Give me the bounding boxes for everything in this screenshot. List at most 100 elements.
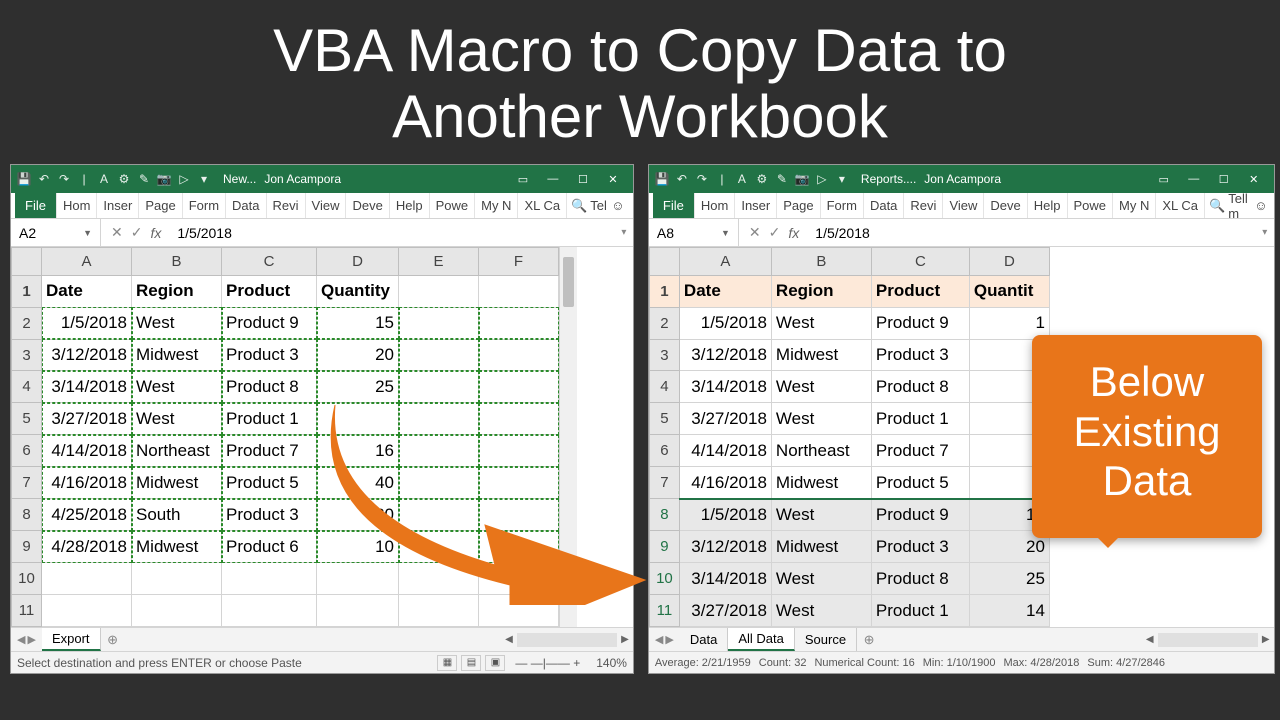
row-header[interactable]: 4	[12, 371, 42, 403]
cell[interactable]: West	[771, 307, 871, 339]
select-all-corner[interactable]	[12, 248, 42, 276]
redo-icon[interactable]: ↷	[695, 172, 709, 186]
cell[interactable]: Midwest	[771, 339, 871, 371]
vertical-scrollbar[interactable]	[559, 247, 577, 627]
select-icon[interactable]: A	[97, 172, 111, 186]
ribbon-tab-file[interactable]: File	[653, 193, 695, 218]
ribbon-tab[interactable]: Deve	[984, 193, 1027, 218]
row-header[interactable]: 2	[12, 307, 42, 339]
ribbon-tab[interactable]: Page	[139, 193, 182, 218]
row-header[interactable]: 1	[649, 275, 679, 307]
horizontal-scrollbar[interactable]	[517, 633, 617, 647]
sheet-tab[interactable]: All Data	[728, 628, 795, 651]
cell[interactable]: Product 3	[871, 531, 969, 563]
cell[interactable]: 25	[317, 371, 399, 403]
cell[interactable]: Product 1	[871, 403, 969, 435]
cell[interactable]: Midwest	[132, 467, 222, 499]
gear-icon[interactable]: ⚙	[755, 172, 769, 186]
row-header[interactable]: 8	[12, 499, 42, 531]
dropdown-icon[interactable]: ▾	[835, 172, 849, 186]
cell[interactable]	[42, 595, 132, 627]
cancel-icon[interactable]: ✕	[749, 224, 761, 241]
save-icon[interactable]: 💾	[17, 172, 31, 186]
zoom-slider[interactable]: — —|—— +	[515, 656, 580, 670]
ribbon-tab[interactable]: View	[306, 193, 347, 218]
row-header[interactable]: 9	[649, 531, 679, 563]
header-cell[interactable]: Quantity	[317, 275, 399, 307]
fx-icon[interactable]: fx	[788, 225, 799, 241]
pointer-icon[interactable]: ▷	[177, 172, 191, 186]
cell[interactable]: Product 3	[871, 339, 969, 371]
row-header[interactable]: 3	[12, 339, 42, 371]
cell[interactable]: 14	[969, 595, 1049, 627]
row-header[interactable]: 5	[12, 403, 42, 435]
column-header[interactable]: D	[969, 248, 1049, 276]
cell[interactable]: West	[771, 499, 871, 531]
row-header[interactable]: 4	[649, 371, 679, 403]
cell[interactable]	[479, 403, 559, 435]
cancel-icon[interactable]: ✕	[111, 224, 123, 241]
cell[interactable]	[479, 339, 559, 371]
cell[interactable]: Midwest	[771, 531, 871, 563]
gear-icon[interactable]: ⚙	[117, 172, 131, 186]
sheet-nav-next-icon[interactable]: ▶	[665, 633, 673, 646]
cell[interactable]: 3/12/2018	[679, 339, 771, 371]
cell[interactable]: Product 7	[871, 435, 969, 467]
feedback-icon[interactable]: ☺	[1252, 198, 1270, 213]
column-header[interactable]: F	[479, 248, 559, 276]
camera-icon[interactable]: 📷	[795, 172, 809, 186]
cell[interactable]: South	[132, 499, 222, 531]
row-header[interactable]: 3	[649, 339, 679, 371]
cell[interactable]	[399, 307, 479, 339]
column-header[interactable]: C	[222, 248, 317, 276]
header-cell[interactable]	[399, 275, 479, 307]
sheet-tab[interactable]: Data	[680, 628, 728, 651]
close-button[interactable]: ✕	[599, 168, 627, 190]
cell[interactable]	[479, 371, 559, 403]
cell[interactable]: 4/28/2018	[42, 531, 132, 563]
cell[interactable]: 3/12/2018	[679, 531, 771, 563]
cell[interactable]: 3/27/2018	[679, 403, 771, 435]
add-sheet-button[interactable]: ⊕	[101, 632, 125, 648]
ribbon-tab[interactable]: Form	[821, 193, 864, 218]
cell[interactable]: Product 1	[871, 595, 969, 627]
cell[interactable]	[399, 563, 479, 595]
column-header[interactable]: C	[871, 248, 969, 276]
column-header[interactable]: B	[132, 248, 222, 276]
cell[interactable]	[317, 403, 399, 435]
maximize-button[interactable]: ☐	[1210, 168, 1238, 190]
cell[interactable]: West	[771, 595, 871, 627]
close-button[interactable]: ✕	[1240, 168, 1268, 190]
fx-icon[interactable]: fx	[150, 225, 161, 241]
brush-icon[interactable]: ✎	[137, 172, 151, 186]
cell[interactable]: 4/25/2018	[42, 499, 132, 531]
maximize-button[interactable]: ☐	[569, 168, 597, 190]
ribbon-tab[interactable]: Revi	[267, 193, 306, 218]
cell[interactable]: 40	[317, 467, 399, 499]
header-cell[interactable]: Product	[222, 275, 317, 307]
cell[interactable]	[222, 563, 317, 595]
cell[interactable]: Midwest	[132, 339, 222, 371]
view-normal-icon[interactable]: ▦	[437, 655, 457, 671]
cell[interactable]: 10	[317, 531, 399, 563]
cell[interactable]	[399, 467, 479, 499]
ribbon-tab[interactable]: Deve	[346, 193, 389, 218]
cell[interactable]: Midwest	[771, 467, 871, 499]
header-cell[interactable]: Quantit	[969, 275, 1049, 307]
ribbon-tab[interactable]: XL Ca	[518, 193, 567, 218]
cell[interactable]: Product 9	[871, 499, 969, 531]
row-header[interactable]: 7	[649, 467, 679, 499]
ribbon-tab[interactable]: Hom	[695, 193, 735, 218]
horizontal-scrollbar[interactable]	[1158, 633, 1258, 647]
ribbon-tab[interactable]: Powe	[430, 193, 476, 218]
row-header[interactable]: 6	[12, 435, 42, 467]
header-cell[interactable]: Product	[871, 275, 969, 307]
column-header[interactable]: A	[42, 248, 132, 276]
column-header[interactable]: A	[679, 248, 771, 276]
undo-icon[interactable]: ↶	[37, 172, 51, 186]
cell[interactable]: Product 3	[222, 339, 317, 371]
row-header[interactable]: 7	[12, 467, 42, 499]
name-box[interactable]: A8▼	[649, 219, 739, 246]
ribbon-tab[interactable]: Data	[226, 193, 266, 218]
cell[interactable]	[479, 531, 559, 563]
